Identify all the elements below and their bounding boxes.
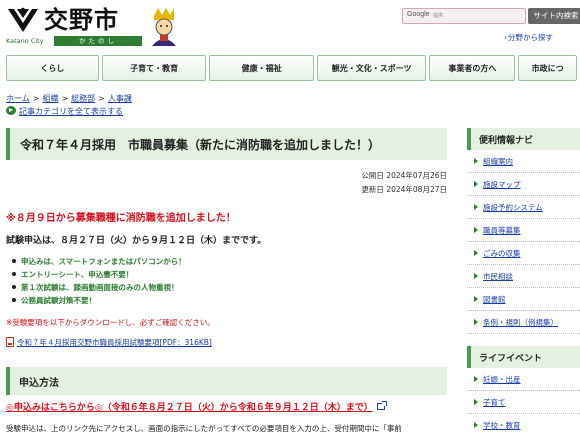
external-link-icon	[376, 401, 387, 410]
pdf-link-label: 令和７年４月採用交野市職員採用試験要項[PDF：316KB]	[17, 338, 212, 347]
feature-item: エントリーシート、申込書不要！	[12, 268, 186, 281]
sidebar-item-nav_items-4[interactable]: ごみの収集	[467, 242, 580, 265]
sidebar-item-nav_items-7[interactable]: 条例・規則（例規集）	[467, 311, 580, 334]
sidebar-item-label: 学校・教育	[483, 420, 521, 430]
logo-kana: かたのし	[54, 36, 142, 46]
sidebar-nav-title: 便利情報ナビ	[479, 136, 534, 146]
application-period: 試験申込は、８月２７日（火）から９月１２日（木）までです。	[6, 236, 267, 246]
search-input[interactable]: Google 提供	[402, 8, 526, 24]
breadcrumb-separator: >	[32, 94, 40, 103]
sidebar-item-label: 職員等募集	[483, 225, 521, 235]
arrow-right-icon	[474, 422, 478, 428]
sidebar-item-label: 子育て	[483, 397, 506, 407]
sidebar-item-nav_items-1[interactable]: 施設マップ	[467, 173, 580, 196]
breadcrumb-separator: >	[61, 94, 69, 103]
sidebar-item-nav_items-0[interactable]: 組織案内	[467, 150, 580, 173]
updated-date: 更新日 2024年08月27日	[361, 185, 447, 194]
gnav-item-2[interactable]: 健康・福祉	[209, 55, 314, 81]
sidebar-life-title: ライフイベント	[479, 354, 543, 364]
section-heading-bar: 申込方法	[6, 367, 447, 395]
site-header: 交野市 Katano City かたのし Google 提供 サイト内検索 ›分…	[0, 0, 580, 52]
city-emblem-icon	[8, 7, 38, 32]
sidebar-item-nav_items-6[interactable]: 図書館	[467, 288, 580, 311]
browse-by-field-label: 分野から探す	[508, 33, 553, 42]
site-search-button[interactable]: サイト内検索	[528, 8, 580, 24]
sidebar-item-label: 施設マップ	[483, 179, 521, 189]
apply-here-link[interactable]: ◎申込みはこちらから◎（令和６年８月２７日（火）から令和６年９月１２日（木）まで…	[6, 400, 387, 413]
arrow-right-icon	[474, 319, 478, 325]
mascot-icon	[152, 8, 176, 46]
apply-link-label: ◎申込みはこちらから◎（令和６年８月２７日（火）から令和６年９月１２日（木）まで…	[6, 403, 373, 413]
section-title: 申込方法	[19, 378, 59, 389]
breadcrumb: ホーム > 組織 > 総務部 > 人事課	[6, 93, 132, 104]
sidebar-item-label: 妊娠・出産	[483, 374, 521, 384]
published-date: 公開日 2024年07月26日	[361, 171, 447, 180]
logo-text: 交野市	[44, 6, 119, 34]
breadcrumb-item-3[interactable]: 人事課	[108, 94, 132, 103]
arrow-right-icon	[474, 181, 478, 187]
arrow-right-icon	[474, 250, 478, 256]
sidebar-item-label: 施設予約システム	[483, 202, 543, 212]
arrow-right-icon	[474, 158, 478, 164]
global-nav: くらし 子育て・教育 健康・福祉 観光・文化・スポーツ 事業者の方へ 市政につ	[6, 55, 580, 81]
arrow-right-icon	[474, 376, 478, 382]
sidebar-item-life_items-1[interactable]: 子育て	[467, 391, 580, 414]
breadcrumb-item-2[interactable]: 総務部	[71, 94, 95, 103]
sidebar-item-life_items-0[interactable]: 妊娠・出産	[467, 368, 580, 391]
fire-job-notice: ※８月９日から募集職種に消防職を追加しました！	[6, 213, 236, 224]
category-link-label: 記事カテゴリを全て表示する	[19, 107, 123, 116]
sidebar-life-heading: ライフイベント	[467, 346, 580, 368]
arrow-circle-icon	[6, 106, 16, 115]
sidebar-life-list: 妊娠・出産子育て学校・教育	[467, 368, 580, 435]
arrow-right-icon	[474, 296, 478, 302]
gnav-item-3[interactable]: 観光・文化・スポーツ	[316, 55, 427, 81]
breadcrumb-item-1[interactable]: 組織	[42, 94, 58, 103]
exam-guide-pdf-link[interactable]: 令和７年４月採用交野市職員採用試験要項[PDF：316KB]	[6, 337, 212, 348]
application-instructions: 受験申込は、上のリンク先にアクセスし、画面の指示にしたがってすべての必要項目を入…	[6, 424, 402, 433]
sidebar-item-life_items-2[interactable]: 学校・教育	[467, 414, 580, 435]
breadcrumb-separator: >	[98, 94, 105, 103]
sidebar-item-nav_items-2[interactable]: 施設予約システム	[467, 196, 580, 219]
search-placeholder: 提供	[433, 13, 444, 19]
gnav-item-0[interactable]: くらし	[6, 55, 99, 81]
page-title: 令和７年４月採用 市職員募集（新たに消防職を追加しました！）	[20, 138, 381, 152]
sidebar-item-label: 図書館	[483, 294, 506, 304]
sidebar-nav-list: 組織案内施設マップ施設予約システム 職員等募集ごみの収集市民相談図書館条例・規則（…	[467, 150, 580, 334]
page-title-bar: 令和７年４月採用 市職員募集（新たに消防職を追加しました！）	[6, 128, 447, 160]
gnav-item-5[interactable]: 市政につ	[518, 55, 577, 81]
logo-english: Katano City	[6, 37, 44, 45]
arrow-right-icon	[474, 399, 478, 405]
site-logo[interactable]: 交野市 Katano City かたのし	[6, 6, 186, 48]
arrow-right-icon	[474, 227, 478, 233]
download-note: ※受験要項を以下からダウンロードし、必ずご確認ください。	[6, 318, 215, 327]
google-label: Google	[407, 11, 430, 18]
sidebar-nav-heading: 便利情報ナビ	[467, 128, 580, 150]
feature-item: 公務員試験対策不要！	[12, 294, 186, 307]
sidebar-item-nav_items-5[interactable]: 市民相談	[467, 265, 580, 288]
feature-item: 申込みは、スマートフォンまたはパソコンから！	[12, 255, 186, 268]
arrow-right-icon: ›	[504, 33, 507, 42]
sidebar-item-label: 市民相談	[483, 271, 513, 281]
arrow-right-icon	[474, 273, 478, 279]
sidebar-item-label: ごみの収集	[483, 248, 521, 258]
feature-item: 第１次試験は、録画動画面接のみの人物重視！	[12, 281, 186, 294]
pdf-icon	[6, 337, 14, 347]
feature-list: 申込みは、スマートフォンまたはパソコンから！ エントリーシート、申込書不要！ 第１次…	[12, 255, 186, 307]
arrow-right-icon	[474, 204, 478, 210]
sidebar-item-nav_items-3[interactable]: 職員等募集	[467, 219, 580, 242]
gnav-item-1[interactable]: 子育て・教育	[101, 55, 207, 81]
breadcrumb-item-0[interactable]: ホーム	[6, 94, 30, 103]
sidebar-item-label: 条例・規則（例規集）	[483, 317, 558, 327]
gnav-item-4[interactable]: 事業者の方へ	[429, 55, 516, 81]
sidebar-item-label: 組織案内	[483, 156, 513, 166]
show-all-categories-link[interactable]: 記事カテゴリを全て表示する	[6, 106, 123, 117]
browse-by-field-link[interactable]: ›分野から探す	[504, 32, 553, 43]
